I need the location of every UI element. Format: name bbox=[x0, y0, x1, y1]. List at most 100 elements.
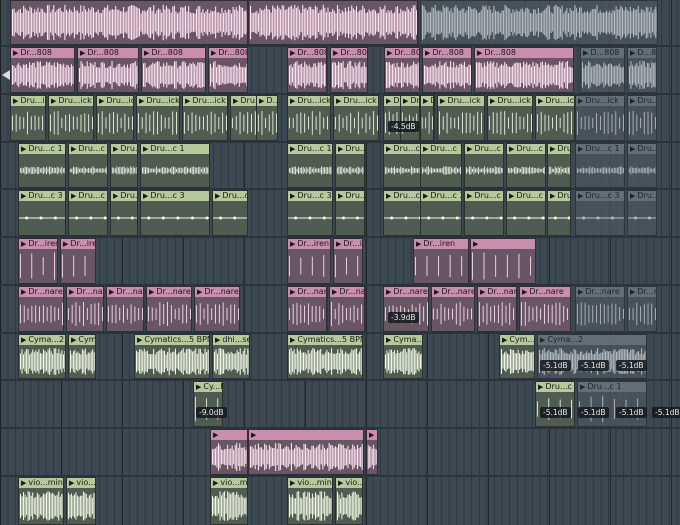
clip-header[interactable]: ▶Dru...ick bbox=[576, 96, 624, 106]
clip-header[interactable]: ▶Dru...c 3 bbox=[111, 191, 137, 201]
clip-header[interactable]: ▶Dru...c 3 bbox=[141, 191, 209, 201]
clip-header[interactable]: ▶Dru...ick bbox=[438, 96, 484, 106]
clip-header[interactable]: ▶vio...min bbox=[211, 478, 247, 488]
clip-menu-icon[interactable]: ▶ bbox=[21, 336, 26, 344]
clip-menu-icon[interactable]: ▶ bbox=[290, 145, 295, 153]
clip-header[interactable]: ▶Dru...ick bbox=[288, 96, 330, 106]
clip-menu-icon[interactable]: ▶ bbox=[423, 145, 428, 153]
clip-menu-icon[interactable]: ▶ bbox=[580, 383, 585, 391]
audio-clip[interactable]: ▶Cym...2 bbox=[499, 334, 535, 379]
clip-header[interactable]: ▶Dru...c 3 bbox=[288, 191, 332, 201]
clip-header[interactable]: ▶Dr...808 bbox=[423, 48, 471, 58]
clip-menu-icon[interactable]: ▶ bbox=[333, 49, 338, 57]
clip-menu-icon[interactable]: ▶ bbox=[386, 192, 391, 200]
clip-menu-icon[interactable]: ▶ bbox=[251, 431, 256, 439]
clip-header[interactable]: ▶D...808 bbox=[581, 48, 624, 58]
clip-menu-icon[interactable]: ▶ bbox=[540, 336, 545, 344]
clip-header[interactable]: ▶dhi...set bbox=[213, 335, 249, 345]
clip-menu-icon[interactable]: ▶ bbox=[290, 479, 295, 487]
clip-header[interactable]: ▶Dru...c 3 bbox=[576, 191, 624, 201]
audio-clip[interactable]: ▶Dru...c 3 bbox=[420, 190, 462, 236]
clip-header[interactable]: ▶ bbox=[367, 430, 377, 440]
clip-header[interactable]: ▶Dru...c 3 bbox=[465, 191, 503, 201]
clip-header[interactable]: ▶Dru...ick bbox=[334, 96, 378, 106]
clip-menu-icon[interactable]: ▶ bbox=[386, 336, 391, 344]
audio-clip[interactable]: ▶Dr...nare bbox=[66, 286, 104, 332]
audio-clip[interactable]: ▶Dru...c 3 bbox=[212, 190, 248, 236]
audio-clip[interactable]: ▶Dr...nare bbox=[575, 286, 625, 332]
clip-header[interactable]: ▶Dr...nare bbox=[478, 287, 516, 297]
clip-menu-icon[interactable]: ▶ bbox=[509, 145, 514, 153]
clip-menu-icon[interactable]: ▶ bbox=[21, 240, 26, 248]
clip-menu-icon[interactable]: ▶ bbox=[71, 145, 76, 153]
clip-menu-icon[interactable]: ▶ bbox=[233, 97, 238, 105]
clip-header[interactable]: ▶Cyma...2 bbox=[384, 335, 422, 345]
clip-header[interactable]: ▶Dr...nare bbox=[330, 287, 364, 297]
audio-clip[interactable]: ▶Dru...c 1 bbox=[577, 381, 647, 427]
clip-menu-icon[interactable]: ▶ bbox=[215, 192, 220, 200]
audio-clip[interactable]: ▶Dr...iren bbox=[287, 238, 331, 284]
clip-header[interactable]: ▶Dru...c 1 bbox=[507, 144, 545, 154]
clip-header[interactable]: ▶Dru...c 3 bbox=[421, 191, 461, 201]
audio-clip[interactable]: ▶Cymatics...5 BPM #2 bbox=[134, 334, 210, 379]
clip-menu-icon[interactable]: ▶ bbox=[423, 97, 428, 105]
clip-menu-icon[interactable]: ▶ bbox=[69, 288, 74, 296]
clip-header[interactable]: ▶Dr...nare bbox=[520, 287, 570, 297]
clip-header[interactable]: ▶Dru...c 3 bbox=[628, 191, 656, 201]
clip-header[interactable]: ▶Dru...c 1 bbox=[69, 144, 107, 154]
clip-menu-icon[interactable]: ▶ bbox=[467, 145, 472, 153]
audio-clip[interactable]: ▶Cy...FX bbox=[193, 381, 223, 427]
audio-clip[interactable]: ▶Dr...iren bbox=[333, 238, 363, 284]
audio-clip[interactable]: ▶Dru...c 3 bbox=[506, 190, 546, 236]
clip-header[interactable]: ▶vio...min bbox=[67, 478, 95, 488]
clip-menu-icon[interactable]: ▶ bbox=[143, 192, 148, 200]
audio-clip[interactable]: ▶Dru...ick bbox=[420, 95, 434, 141]
clip-header[interactable]: ▶Dru...c 1 bbox=[421, 144, 461, 154]
clip-menu-icon[interactable]: ▶ bbox=[71, 336, 76, 344]
clip-header[interactable]: ▶Dru...c 1 bbox=[336, 144, 364, 154]
clip-menu-icon[interactable]: ▶ bbox=[332, 288, 337, 296]
audio-clip[interactable]: ▶Dru...c 1 bbox=[506, 143, 546, 188]
audio-clip[interactable]: ▶Dr...nare bbox=[329, 286, 365, 332]
clip-menu-icon[interactable]: ▶ bbox=[69, 479, 74, 487]
clip-menu-icon[interactable]: ▶ bbox=[550, 192, 555, 200]
clip-menu-icon[interactable]: ▶ bbox=[13, 49, 18, 57]
audio-clip[interactable]: ▶Dr...808 bbox=[287, 47, 327, 93]
clip-menu-icon[interactable]: ▶ bbox=[211, 49, 216, 57]
clip-header[interactable]: ▶Cy...FX bbox=[194, 382, 222, 392]
clip-header[interactable]: ▶vio...min bbox=[288, 478, 332, 488]
audio-clip[interactable]: ▶Dr...iren bbox=[18, 238, 58, 284]
clip-header[interactable]: ▶Dru...ick bbox=[536, 96, 574, 106]
clip-menu-icon[interactable]: ▶ bbox=[144, 49, 149, 57]
audio-clip[interactable]: ▶Dru...c 1 bbox=[535, 381, 575, 427]
clip-menu-icon[interactable]: ▶ bbox=[550, 145, 555, 153]
clip-header[interactable]: ▶Dr...iren bbox=[414, 239, 468, 249]
audio-clip[interactable]: ▶Dr...nare bbox=[477, 286, 517, 332]
audio-clip[interactable]: ▶ bbox=[210, 429, 248, 475]
clip-header[interactable]: ▶Dr...nare bbox=[195, 287, 239, 297]
audio-clip[interactable]: ▶dhi...set bbox=[212, 334, 250, 379]
clip-header[interactable]: ▶Dru...c 3 bbox=[336, 191, 364, 201]
clip-header[interactable]: ▶Dru...c 1 bbox=[288, 144, 332, 154]
clip-menu-icon[interactable]: ▶ bbox=[440, 97, 445, 105]
clip-header[interactable]: ▶Dr...808 bbox=[385, 48, 419, 58]
audio-clip[interactable]: ▶Dru...c 1 bbox=[575, 143, 625, 188]
clip-menu-icon[interactable]: ▶ bbox=[290, 97, 295, 105]
audio-clip[interactable]: ▶Dr...iren bbox=[60, 238, 96, 284]
audio-clip[interactable]: ▶Dru...ick bbox=[627, 95, 657, 141]
clip-header[interactable]: ▶Dru...ick bbox=[49, 96, 93, 106]
audio-clip[interactable]: ▶Dru...c 1 bbox=[335, 143, 365, 188]
clip-header[interactable]: ▶Dru...c 1 bbox=[536, 382, 574, 392]
clip-menu-icon[interactable]: ▶ bbox=[338, 145, 343, 153]
audio-clip[interactable]: ▶Dru...c 3 bbox=[547, 190, 571, 236]
clip-menu-icon[interactable]: ▶ bbox=[369, 431, 374, 439]
audio-clip[interactable]: ▶Dru...ick bbox=[535, 95, 575, 141]
audio-clip[interactable]: ▶Dru...ick bbox=[48, 95, 94, 141]
audio-clip[interactable]: ▶Dr...nare bbox=[146, 286, 192, 332]
clip-header[interactable]: ▶Dr...nare bbox=[107, 287, 143, 297]
clip-header[interactable]: ▶Dru...c 1 bbox=[628, 144, 656, 154]
clip-menu-icon[interactable]: ▶ bbox=[21, 145, 26, 153]
clip-menu-icon[interactable]: ▶ bbox=[213, 431, 218, 439]
audio-clip[interactable]: ▶Dr...808 bbox=[10, 47, 75, 93]
clip-menu-icon[interactable]: ▶ bbox=[338, 479, 343, 487]
